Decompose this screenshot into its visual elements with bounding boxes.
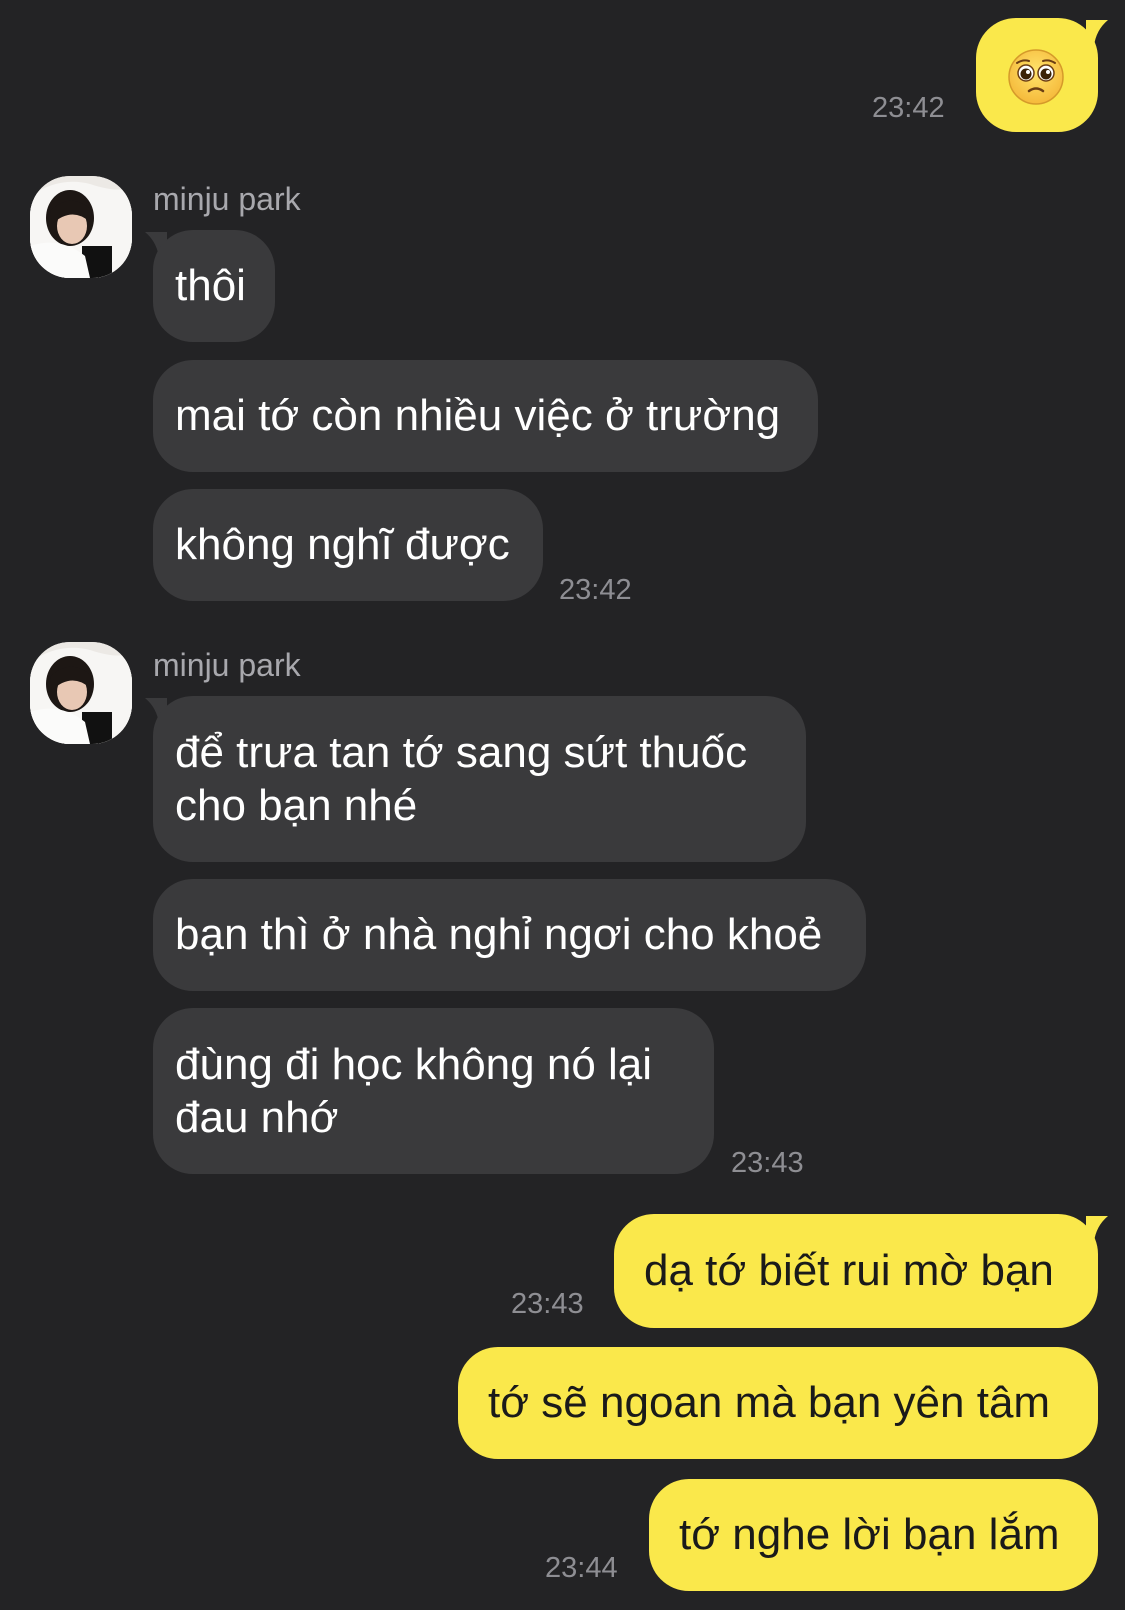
message-text: thôi bbox=[175, 261, 246, 310]
message-text-line: để trưa tan tớ sang sứt thuốc bbox=[175, 728, 748, 777]
outgoing-message-bubble[interactable]: dạ tớ biết rui mờ bạn bbox=[614, 1214, 1098, 1328]
pleading-face-emoji-icon bbox=[1008, 49, 1064, 105]
message-text: tớ sẽ ngoan mà bạn yên tâm bbox=[488, 1378, 1051, 1427]
sender-name: minju park bbox=[153, 647, 301, 683]
outgoing-emoji-bubble[interactable] bbox=[976, 18, 1098, 132]
message-timestamp: 23:43 bbox=[731, 1147, 804, 1179]
outgoing-message-bubble[interactable]: tớ sẽ ngoan mà bạn yên tâm bbox=[458, 1347, 1098, 1459]
incoming-message-bubble[interactable]: không nghĩ được bbox=[153, 489, 543, 601]
message-timestamp: 23:44 bbox=[545, 1552, 618, 1584]
incoming-message-bubble[interactable]: thôi bbox=[153, 230, 275, 342]
message-text: mai tớ còn nhiều việc ở trường bbox=[175, 391, 781, 440]
avatar[interactable] bbox=[30, 176, 132, 278]
message-timestamp: 23:42 bbox=[872, 92, 945, 124]
incoming-message-bubble[interactable]: bạn thì ở nhà nghỉ ngơi cho khoẻ bbox=[153, 879, 866, 991]
message-text-line: đau nhớ bbox=[175, 1093, 339, 1142]
message-text-line: đùng đi học không nó lại bbox=[175, 1040, 653, 1089]
message-timestamp: 23:42 bbox=[559, 574, 632, 606]
incoming-message-bubble[interactable]: đùng đi học không nó lại đau nhớ bbox=[153, 1008, 714, 1174]
sender-name: minju park bbox=[153, 181, 301, 217]
incoming-message-bubble[interactable]: để trưa tan tớ sang sứt thuốc cho bạn nh… bbox=[153, 696, 806, 862]
message-text: dạ tớ biết rui mờ bạn bbox=[644, 1246, 1054, 1295]
message-text: không nghĩ được bbox=[175, 520, 510, 569]
avatar-photo-icon bbox=[30, 176, 132, 278]
avatar-photo-icon bbox=[30, 642, 132, 744]
bubble-tail-out bbox=[1086, 1216, 1108, 1242]
message-text-line: cho bạn nhé bbox=[175, 781, 418, 830]
outgoing-message-bubble[interactable]: tớ nghe lời bạn lắm bbox=[649, 1479, 1098, 1591]
message-text: tớ nghe lời bạn lắm bbox=[679, 1510, 1060, 1559]
message-text: bạn thì ở nhà nghỉ ngơi cho khoẻ bbox=[175, 910, 823, 959]
incoming-message-bubble[interactable]: mai tớ còn nhiều việc ở trường bbox=[153, 360, 818, 472]
message-timestamp: 23:43 bbox=[511, 1288, 584, 1320]
avatar[interactable] bbox=[30, 642, 132, 744]
bubble-tail-out bbox=[1086, 20, 1108, 46]
